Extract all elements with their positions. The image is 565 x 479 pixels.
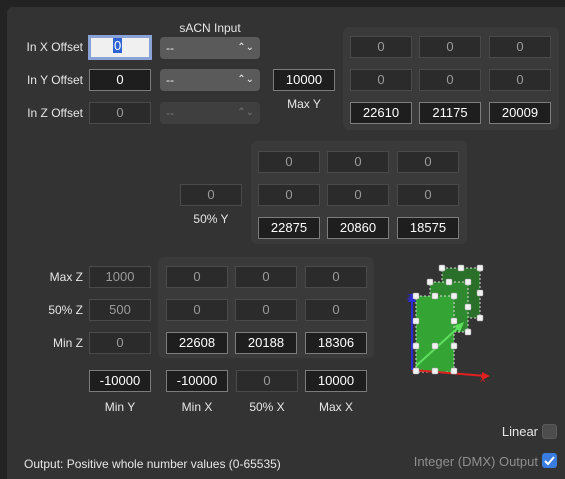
grid-max-y-cell: 0 (350, 36, 412, 58)
x-offset-label: In X Offset (26, 40, 83, 54)
max-y-field[interactable]: 10000 (273, 69, 335, 91)
chevron-updown-icon: ⌃⌄ (237, 107, 254, 118)
output-description: Output: Positive whole number values (0-… (24, 457, 281, 471)
grid-min-y-cell: 0 (305, 266, 367, 288)
grid-max-y-cell[interactable]: 21175 (419, 102, 481, 124)
max-z-field: 1000 (89, 266, 151, 288)
svg-text:X: X (480, 375, 486, 382)
grid-mid-y-cell: 0 (397, 184, 459, 206)
grid-min-y-cell[interactable]: 22608 (166, 332, 228, 354)
max-y-label: Max Y (287, 97, 321, 111)
max-x-field[interactable]: 10000 (305, 370, 367, 392)
max-z-label: Max Z (49, 270, 83, 284)
min-y-field[interactable]: -10000 (89, 370, 151, 392)
y-offset-select[interactable]: -- ⌃⌄ (160, 69, 260, 91)
grid-max-y-cell[interactable]: 20009 (489, 102, 551, 124)
x-offset-select[interactable]: -- ⌃⌄ (160, 37, 260, 59)
y-offset-field[interactable]: 0 (89, 69, 151, 91)
linear-label: Linear (501, 424, 538, 439)
min-x-field[interactable]: -10000 (166, 370, 228, 392)
chevron-updown-icon: ⌃⌄ (237, 42, 254, 53)
z-offset-select: -- ⌃⌄ (160, 102, 260, 124)
checkmark-icon (544, 456, 555, 466)
mid-z-field: 500 (89, 299, 151, 321)
grid-max-y-cell: 0 (489, 69, 551, 91)
cube-axes-icon: Z X Y (407, 264, 490, 382)
svg-text:Y: Y (457, 323, 463, 332)
grid-min-y-cell: 0 (305, 299, 367, 321)
grid-min-y-cell: 0 (235, 266, 297, 288)
grid-mid-y-cell: 0 (327, 184, 389, 206)
grid-max-y-cell: 0 (419, 69, 481, 91)
mid-x-label: 50% X (249, 400, 285, 414)
min-z-label: Min Z (53, 336, 83, 350)
grid-mid-y-cell: 0 (258, 151, 320, 173)
grid-mid-y-cell[interactable]: 20860 (327, 217, 389, 239)
grid-mid-y-cell: 0 (327, 151, 389, 173)
y-offset-label: In Y Offset (26, 73, 83, 87)
z-offset-field: 0 (89, 102, 151, 124)
grid-min-y-cell[interactable]: 20188 (235, 332, 297, 354)
z-offset-label: In Z Offset (27, 106, 83, 120)
grid-min-y-cell: 0 (166, 266, 228, 288)
integer-output-label: Integer (DMX) Output (413, 454, 538, 469)
grid-max-y-cell[interactable]: 22610 (350, 102, 412, 124)
mid-y-label: 50% Y (193, 212, 229, 226)
mid-z-label: 50% Z (48, 303, 83, 317)
grid-mid-y-cell: 0 (397, 151, 459, 173)
max-x-label: Max X (318, 400, 353, 414)
grid-max-y-cell: 0 (350, 69, 412, 91)
linear-checkbox[interactable] (542, 424, 557, 439)
mid-y-field: 0 (180, 184, 242, 206)
integer-output-checkbox[interactable] (542, 453, 557, 468)
min-z-field: 0 (89, 332, 151, 354)
x-offset-field[interactable]: 0 (88, 35, 152, 60)
grid-min-y-cell[interactable]: 18306 (305, 332, 367, 354)
grid-mid-y-cell[interactable]: 22875 (258, 217, 320, 239)
grid-min-y-cell: 0 (235, 299, 297, 321)
grid-max-y-cell: 0 (489, 36, 551, 58)
grid-mid-y-cell: 0 (258, 184, 320, 206)
sacn-input-header: sACN Input (179, 21, 241, 35)
chevron-updown-icon: ⌃⌄ (237, 74, 254, 85)
grid-max-y-cell: 0 (419, 36, 481, 58)
mid-x-field: 0 (236, 370, 298, 392)
min-y-label: Min Y (104, 400, 136, 414)
grid-min-y-cell: 0 (166, 299, 228, 321)
svg-text:Z: Z (407, 293, 412, 302)
grid-mid-y-cell[interactable]: 18575 (397, 217, 459, 239)
min-x-label: Min X (181, 400, 213, 414)
